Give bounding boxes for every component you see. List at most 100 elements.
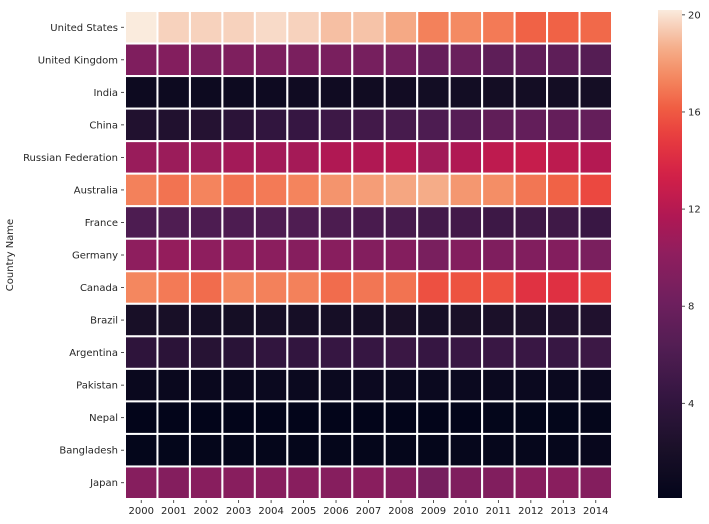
heatmap-cell	[513, 107, 549, 143]
y-axis-label: Country Name	[5, 219, 16, 291]
heatmap-cell	[481, 335, 516, 370]
heatmap-cell	[188, 465, 224, 501]
heatmap-cell	[156, 172, 191, 208]
x-tick-label: 2004	[258, 506, 283, 517]
heatmap-cell	[286, 42, 321, 78]
heatmap-cell	[156, 465, 191, 501]
heatmap-cell	[286, 10, 321, 45]
heatmap-cell	[318, 400, 354, 435]
heatmap-cell	[578, 270, 613, 305]
heatmap-cell	[221, 172, 256, 208]
heatmap-cell	[416, 10, 451, 45]
heatmap-cell	[351, 302, 386, 338]
x-tick-label: 2009	[421, 506, 446, 517]
heatmap-cell	[124, 205, 159, 240]
heatmap-cell	[286, 270, 321, 305]
heatmap-cell	[481, 237, 516, 273]
heatmap-cell	[253, 400, 289, 435]
heatmap-cell	[253, 42, 289, 78]
heatmap-cell	[546, 270, 581, 305]
heatmap-cell	[253, 335, 289, 370]
heatmap-cell	[124, 237, 159, 273]
heatmap-cell	[416, 367, 451, 403]
heatmap-cell	[416, 270, 451, 305]
heatmap-cell	[351, 237, 386, 273]
heatmap-cell	[578, 10, 613, 45]
heatmap-cell	[318, 75, 354, 110]
heatmap-cell	[253, 140, 289, 175]
heatmap-cell	[286, 237, 321, 273]
heatmap-cell	[351, 400, 386, 435]
heatmap-cell	[416, 400, 451, 435]
heatmap-cell	[448, 237, 484, 273]
heatmap-cell	[253, 172, 289, 208]
heatmap-cell	[546, 140, 581, 175]
heatmap-cell	[253, 10, 289, 45]
heatmap-cell	[481, 140, 516, 175]
heatmap-cell	[546, 432, 581, 468]
heatmap-cell	[448, 367, 484, 403]
y-tick-label: Australia	[74, 185, 118, 196]
heatmap-cell	[481, 302, 516, 338]
heatmap-cell	[513, 367, 549, 403]
heatmap-cell	[221, 432, 256, 468]
heatmap-cell	[513, 270, 549, 305]
heatmap-cell	[188, 75, 224, 110]
y-tick-label: United States	[50, 23, 118, 34]
heatmap-cell	[578, 335, 613, 370]
x-tick-label: 2012	[518, 506, 543, 517]
heatmap-cell	[221, 335, 256, 370]
heatmap-cell	[578, 42, 613, 78]
heatmap-cell	[124, 400, 159, 435]
heatmap-cell	[188, 335, 224, 370]
heatmap-cell	[383, 10, 419, 45]
x-tick-label: 2003	[226, 506, 251, 517]
heatmap-cell	[124, 10, 159, 45]
heatmap-cell	[448, 10, 484, 45]
heatmap-cell	[221, 237, 256, 273]
heatmap-cell	[481, 205, 516, 240]
heatmap-cell	[351, 465, 386, 501]
heatmap-cell	[156, 42, 191, 78]
y-tick-label: Argentina	[69, 348, 118, 359]
heatmap-cell	[578, 367, 613, 403]
y-tick-label: Bangladesh	[59, 446, 118, 457]
heatmap-cell	[253, 237, 289, 273]
y-tick-label: United Kingdom	[38, 55, 118, 66]
heatmap-cell	[513, 465, 549, 501]
heatmap-cell	[383, 140, 419, 175]
heatmap-cell	[124, 302, 159, 338]
heatmap-cell	[351, 75, 386, 110]
heatmap-cell	[351, 107, 386, 143]
heatmap-cell	[383, 432, 419, 468]
heatmap-cell	[286, 302, 321, 338]
heatmap-cell	[188, 107, 224, 143]
heatmap-cell	[383, 302, 419, 338]
heatmap-cell	[188, 432, 224, 468]
y-tick-label: Brazil	[90, 316, 118, 327]
heatmap-cell	[253, 302, 289, 338]
heatmap-cell	[253, 270, 289, 305]
heatmap-cell	[448, 465, 484, 501]
heatmap-cell	[578, 75, 613, 110]
heatmap-cell	[318, 335, 354, 370]
heatmap-cell	[383, 172, 419, 208]
heatmap-cell	[221, 75, 256, 110]
heatmap-cell	[318, 270, 354, 305]
heatmap-cell	[286, 205, 321, 240]
heatmap-cell	[546, 10, 581, 45]
heatmap-cell	[578, 465, 613, 501]
heatmap-cell	[318, 465, 354, 501]
y-tick-label: Germany	[72, 251, 118, 262]
heatmap-cell	[221, 107, 256, 143]
heatmap-cell	[124, 335, 159, 370]
heatmap-cell	[351, 42, 386, 78]
heatmap-cell	[221, 465, 256, 501]
heatmap-cell	[383, 367, 419, 403]
heatmap-cell	[124, 432, 159, 468]
heatmap-cell	[416, 205, 451, 240]
x-tick-label: 2011	[486, 506, 511, 517]
heatmap-cell	[253, 432, 289, 468]
y-tick-label: France	[85, 218, 118, 229]
heatmap-cell	[188, 172, 224, 208]
